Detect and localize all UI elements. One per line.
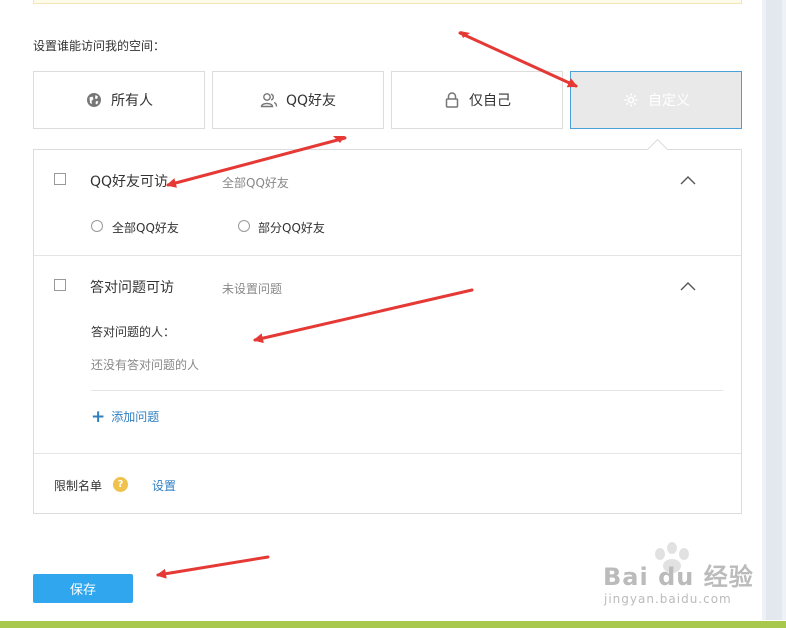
row-divider [34, 255, 741, 256]
plus-icon: + [91, 406, 106, 427]
access-option-label: QQ好友 [285, 93, 337, 109]
save-button[interactable]: 保存 [33, 574, 133, 603]
access-option-label: 仅自己 [469, 93, 511, 109]
limit-list-settings-link[interactable]: 设置 [152, 477, 176, 494]
question-title: 答对问题可访 [90, 280, 174, 296]
qq-friends-summary: 全部QQ好友 [222, 176, 289, 190]
top-notice-bar [33, 0, 742, 4]
answered-people-empty: 还没有答对问题的人 [91, 358, 200, 372]
inner-divider [91, 390, 723, 391]
question-checkbox[interactable] [54, 279, 66, 291]
radio-some-friends-label: 部分QQ好友 [258, 221, 325, 235]
add-question-label: 添加问题 [111, 410, 160, 424]
custom-settings-panel: QQ好友可访 全部QQ好友 全部QQ好友 部分QQ好友 答对问题可访 未设置问题… [33, 149, 742, 514]
qq-friends-title: QQ好友可访 [90, 174, 169, 190]
scrollbar-thumb[interactable] [766, 0, 782, 620]
chevron-up-icon[interactable] [680, 281, 696, 291]
access-option-label: 所有人 [111, 93, 153, 109]
page-scrollbar[interactable] [762, 0, 786, 620]
help-icon[interactable]: ? [113, 477, 128, 492]
friends-icon [260, 91, 278, 109]
radio-all-friends-label: 全部QQ好友 [112, 221, 179, 235]
access-option-label: 自定义 [648, 93, 690, 109]
gear-icon [622, 91, 640, 109]
access-option-qq-friends[interactable]: QQ好友 [212, 71, 384, 129]
watermark-url: jingyan.baidu.com [604, 592, 732, 606]
radio-all-friends[interactable] [91, 220, 103, 232]
qq-friends-checkbox[interactable] [54, 173, 66, 185]
question-summary: 未设置问题 [222, 282, 283, 296]
access-option-everyone[interactable]: 所有人 [33, 71, 205, 129]
add-question-button[interactable]: + 添加问题 [91, 408, 159, 425]
access-option-custom[interactable]: 自定义 [570, 71, 742, 129]
chevron-up-icon[interactable] [680, 175, 696, 185]
arrow-to-save [156, 555, 270, 579]
access-option-only-me[interactable]: 仅自己 [391, 71, 563, 129]
row-divider [34, 453, 741, 454]
lock-icon [443, 91, 461, 109]
radio-some-friends[interactable] [238, 220, 250, 232]
access-section-label: 设置谁能访问我的空间： [33, 39, 166, 53]
limit-list-label: 限制名单 [54, 479, 103, 493]
answered-people-title: 答对问题的人： [91, 325, 176, 339]
bottom-strip [0, 621, 786, 628]
watermark-brand: Bai du 经验 [603, 563, 754, 591]
globe-icon [85, 91, 103, 109]
